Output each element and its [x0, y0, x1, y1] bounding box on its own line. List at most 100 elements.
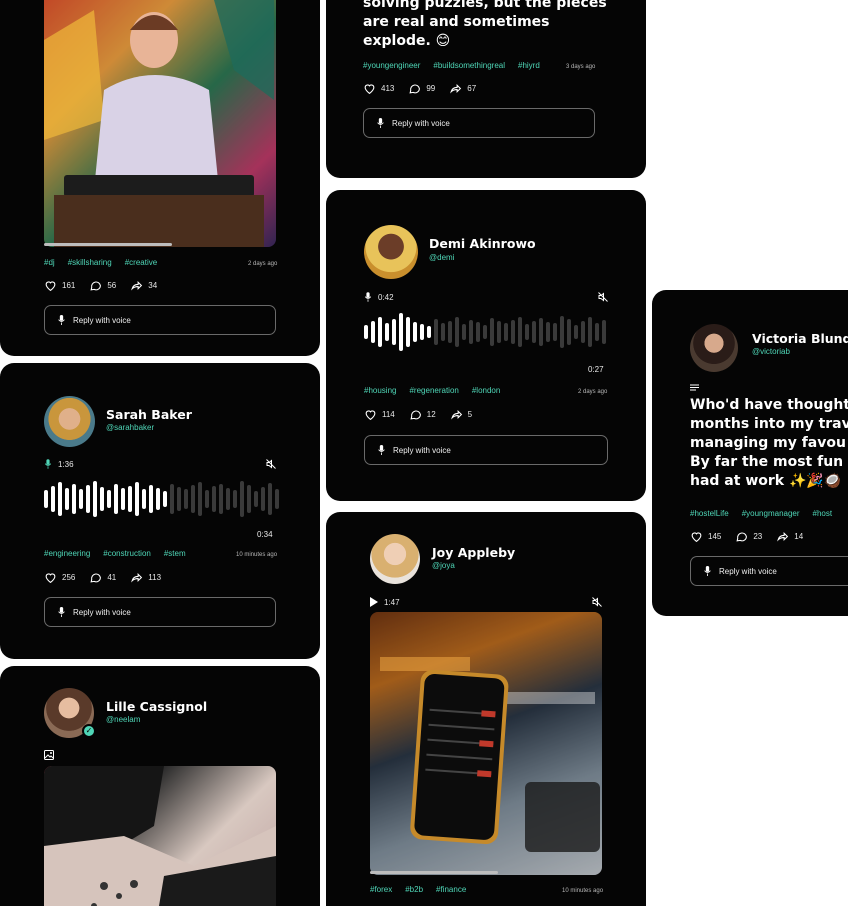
- post-time: 3 days ago: [566, 64, 596, 70]
- post-time: 10 minutes ago: [236, 552, 278, 558]
- hashtags: #engineering #construction #stem: [44, 549, 186, 558]
- user-handle[interactable]: @joya: [432, 561, 455, 570]
- user-handle[interactable]: @victoriab: [752, 347, 790, 356]
- hashtag[interactable]: #housing: [364, 386, 396, 395]
- post-card-voice-demi: Demi Akinrowo @demi 0:42 0:27 #housing #…: [326, 190, 646, 501]
- microphone-icon: [704, 566, 711, 576]
- waveform-bar: [364, 325, 368, 339]
- like-button[interactable]: 413: [363, 82, 394, 95]
- mute-icon[interactable]: [591, 596, 603, 608]
- avatar[interactable]: [44, 396, 95, 447]
- avatar[interactable]: [364, 225, 418, 279]
- hashtag[interactable]: #london: [472, 386, 500, 395]
- verified-badge-icon: ✓: [82, 724, 96, 738]
- user-handle[interactable]: @demi: [429, 253, 454, 262]
- hashtag[interactable]: #skillsharing: [68, 258, 112, 267]
- comment-button[interactable]: 41: [89, 571, 116, 584]
- share-button[interactable]: 67: [449, 82, 476, 95]
- waveform-bar: [156, 488, 160, 510]
- post-time: 2 days ago: [578, 389, 608, 395]
- waveform-bar: [268, 483, 272, 515]
- play-icon[interactable]: [370, 597, 378, 607]
- heart-icon: [365, 410, 376, 421]
- post-image[interactable]: [44, 766, 276, 906]
- user-handle[interactable]: @neelam: [106, 715, 140, 724]
- comment-icon: [736, 532, 748, 542]
- post-card-text-victoria: Victoria Blundell @victoriab Who'd have …: [652, 290, 848, 616]
- comment-button[interactable]: 12: [409, 408, 436, 421]
- microphone-icon: [44, 459, 52, 469]
- share-arrow-icon: [131, 280, 143, 291]
- audio-waveform[interactable]: [44, 478, 282, 520]
- video-progress[interactable]: [44, 243, 172, 246]
- reply-with-voice-button[interactable]: Reply with voice: [690, 556, 848, 586]
- hashtags: #hostelLife #youngmanager #host: [690, 509, 832, 518]
- hashtag[interactable]: #buildsomethingreal: [433, 61, 505, 70]
- post-image[interactable]: [44, 0, 276, 247]
- remaining-time: 0:27: [588, 365, 604, 374]
- hashtag[interactable]: #engineering: [44, 549, 90, 558]
- waveform-bar: [44, 490, 48, 508]
- hashtag[interactable]: #b2b: [405, 885, 423, 894]
- user-name[interactable]: Demi Akinrowo: [429, 236, 536, 251]
- post-card-dj: #dj #skillsharing #creative 2 days ago 1…: [0, 0, 320, 356]
- post-card-voice-sarah: Sarah Baker @sarahbaker 1:36 0:34 #engin…: [0, 363, 320, 659]
- like-button[interactable]: 161: [44, 279, 75, 292]
- share-button[interactable]: 14: [776, 530, 803, 543]
- hashtag[interactable]: #hostelLife: [690, 509, 729, 518]
- waveform-bar: [518, 317, 522, 347]
- reply-with-voice-button[interactable]: Reply with voice: [364, 435, 608, 465]
- audio-waveform[interactable]: [364, 312, 609, 352]
- mute-icon[interactable]: [597, 291, 609, 303]
- waveform-bar: [392, 319, 396, 345]
- like-button[interactable]: 145: [690, 530, 721, 543]
- comment-button[interactable]: 23: [735, 530, 762, 543]
- hashtag[interactable]: #regeneration: [409, 386, 458, 395]
- waveform-bar: [560, 316, 564, 348]
- user-name[interactable]: Sarah Baker: [106, 407, 192, 422]
- reply-with-voice-button[interactable]: Reply with voice: [44, 305, 276, 335]
- avatar[interactable]: [690, 324, 738, 372]
- post-time: 10 minutes ago: [562, 888, 604, 894]
- hashtag[interactable]: #construction: [103, 549, 151, 558]
- hashtag[interactable]: #finance: [436, 885, 466, 894]
- video-progress[interactable]: [370, 871, 498, 874]
- user-handle[interactable]: @sarahbaker: [106, 423, 154, 432]
- post-stats: 256 41 113: [44, 571, 161, 584]
- waveform-bar: [79, 489, 83, 509]
- waveform-bar: [413, 322, 417, 342]
- hashtag[interactable]: #youngengineer: [363, 61, 420, 70]
- waveform-bar: [427, 326, 431, 338]
- hashtag[interactable]: #forex: [370, 885, 392, 894]
- post-video[interactable]: [370, 612, 602, 875]
- image-icon: [44, 750, 54, 760]
- avatar[interactable]: [370, 534, 420, 584]
- hashtag[interactable]: #hiyrd: [518, 61, 540, 70]
- hashtag[interactable]: #stem: [164, 549, 186, 558]
- waveform-bar: [93, 481, 97, 517]
- comment-button[interactable]: 99: [408, 82, 435, 95]
- hashtag[interactable]: #youngmanager: [742, 509, 800, 518]
- waveform-bar: [497, 321, 501, 343]
- reply-with-voice-button[interactable]: Reply with voice: [44, 597, 276, 627]
- share-button[interactable]: 34: [130, 279, 157, 292]
- user-name[interactable]: Joy Appleby: [432, 545, 515, 560]
- post-card-image-lille: ✓ Lille Cassignol @neelam: [0, 666, 320, 906]
- share-button[interactable]: 113: [130, 571, 161, 584]
- share-button[interactable]: 5: [450, 408, 472, 421]
- waveform-bar: [72, 484, 76, 514]
- waveform-bar: [378, 317, 382, 347]
- hashtag[interactable]: #host: [813, 509, 833, 518]
- voice-duration: 0:42: [364, 292, 394, 302]
- like-button[interactable]: 256: [44, 571, 75, 584]
- mute-icon[interactable]: [265, 458, 277, 470]
- comment-icon: [90, 573, 102, 583]
- hashtag[interactable]: #dj: [44, 258, 55, 267]
- comment-button[interactable]: 56: [89, 279, 116, 292]
- user-name[interactable]: Victoria Blundell: [752, 331, 848, 346]
- reply-with-voice-button[interactable]: Reply with voice: [363, 108, 595, 138]
- like-button[interactable]: 114: [364, 408, 395, 421]
- waveform-bar: [121, 488, 125, 510]
- hashtag[interactable]: #creative: [125, 258, 157, 267]
- user-name[interactable]: Lille Cassignol: [106, 699, 207, 714]
